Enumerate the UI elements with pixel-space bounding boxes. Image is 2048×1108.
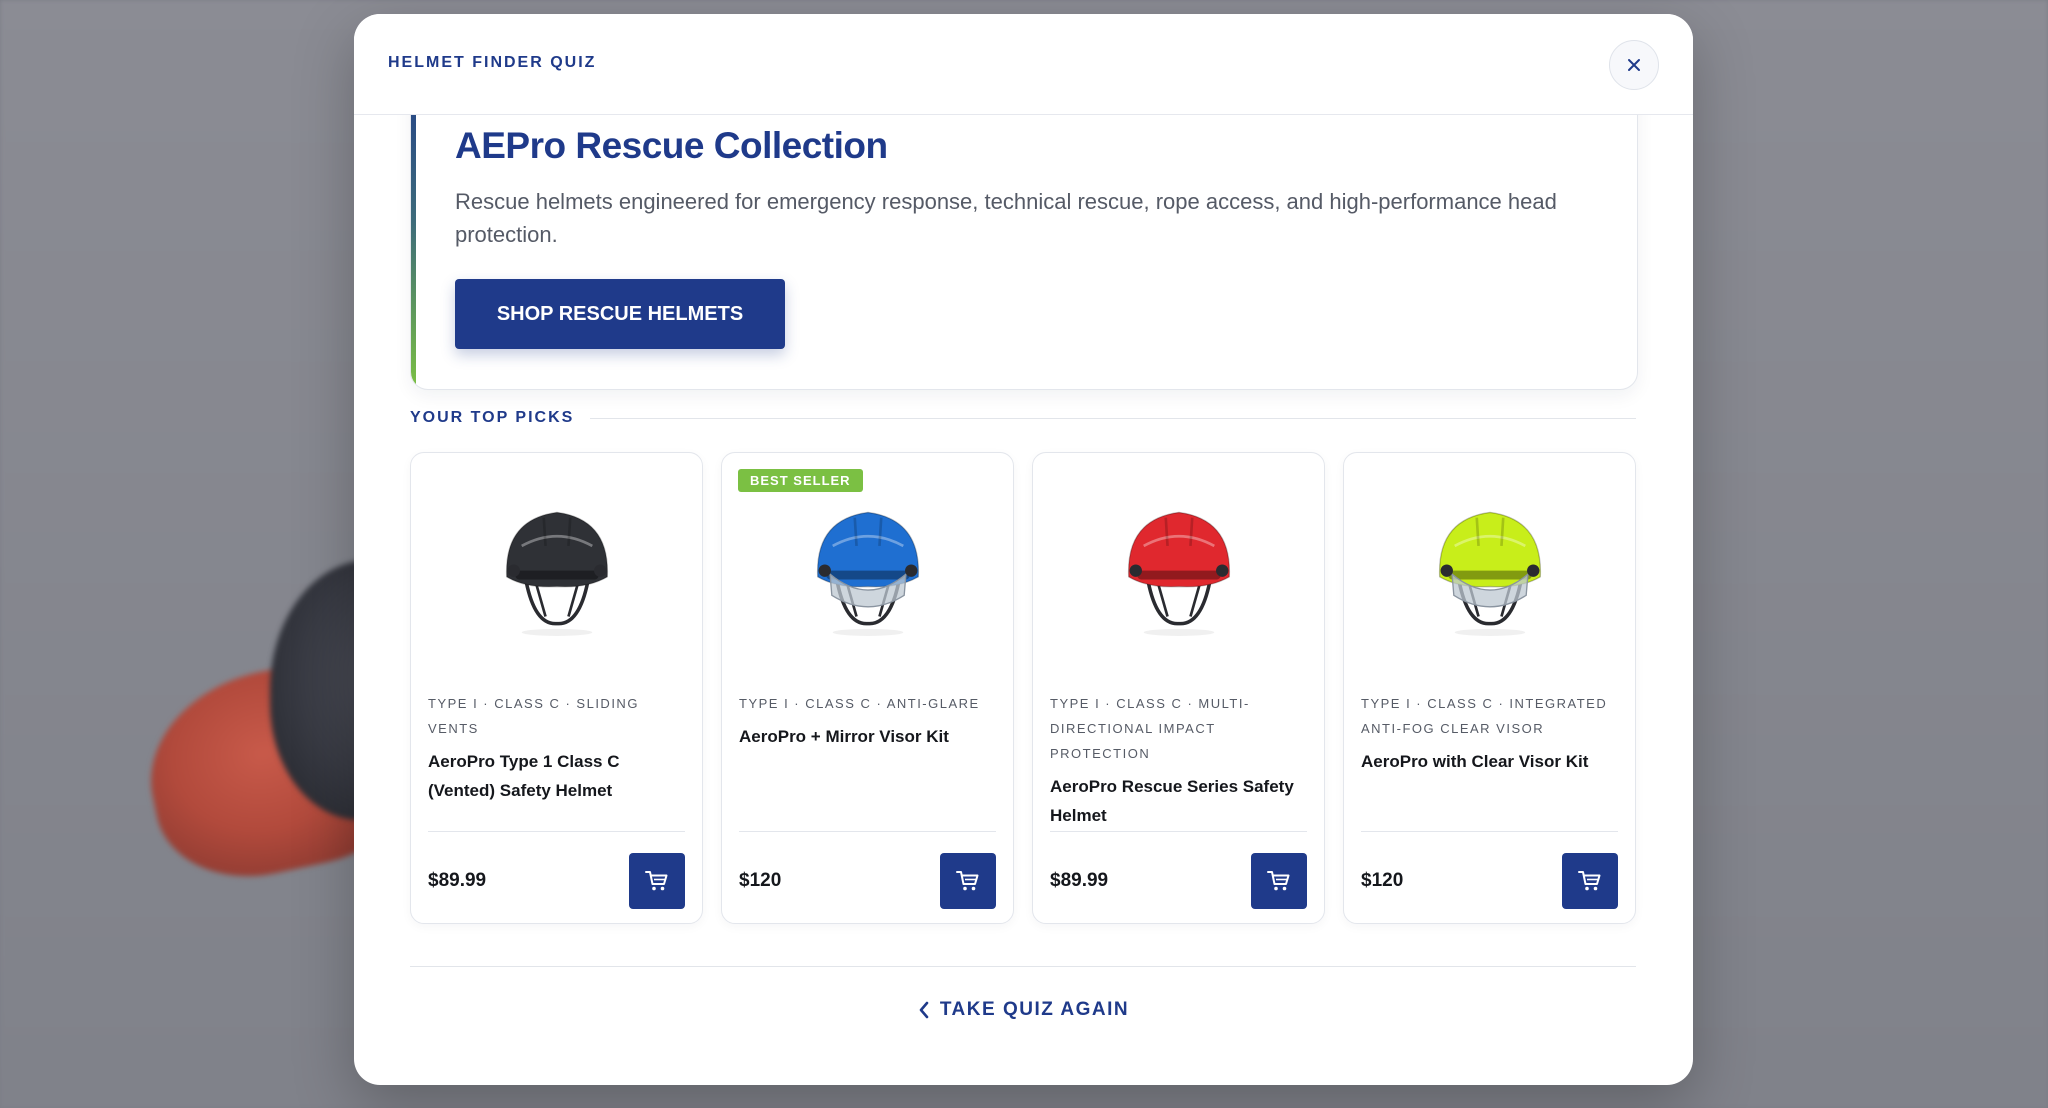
product-image[interactable] — [783, 483, 953, 653]
cart-icon — [645, 871, 668, 891]
cart-icon — [1578, 871, 1601, 891]
helmet-image — [1438, 511, 1541, 636]
product-meta: TYPE I · CLASS C · ANTI-GLARE AeroPro + … — [739, 691, 996, 751]
product-divider — [739, 831, 996, 832]
product-name[interactable]: AeroPro + Mirror Visor Kit — [739, 722, 996, 751]
product-divider — [428, 831, 685, 832]
collection-description: Rescue helmets engineered for emergency … — [455, 189, 1557, 247]
collection-title: AEPro Rescue Collection — [455, 125, 888, 166]
product-card[interactable]: TYPE I · CLASS C · MULTI-DIRECTIONAL IMP… — [1032, 452, 1325, 924]
product-price: $120 — [1361, 870, 1404, 891]
product-grid: TYPE I · CLASS C · SLIDING VENTS AeroPro… — [410, 452, 1636, 924]
add-to-cart-button[interactable] — [1251, 853, 1307, 909]
product-card[interactable]: TYPE I · CLASS C · SLIDING VENTS AeroPro… — [410, 452, 703, 924]
product-price: $120 — [739, 870, 782, 891]
product-card[interactable]: TYPE I · CLASS C · INTEGRATED ANTI-FOG C… — [1343, 452, 1636, 924]
add-to-cart-button[interactable] — [1562, 853, 1618, 909]
product-specs: TYPE I · CLASS C · ANTI-GLARE — [739, 696, 980, 711]
cart-icon — [1267, 871, 1290, 891]
top-picks-heading: YOUR TOP PICKS — [410, 409, 575, 426]
helmet-finder-modal: AEPro Rescue Collection Rescue helmets e… — [354, 14, 1693, 1085]
close-icon — [1628, 59, 1640, 71]
product-name[interactable]: AeroPro Type 1 Class C (Vented) Safety H… — [428, 747, 685, 805]
product-specs: TYPE I · CLASS C · INTEGRATED ANTI-FOG C… — [1361, 696, 1608, 736]
product-price: $89.99 — [428, 870, 487, 891]
chevron-left-icon — [919, 1001, 929, 1019]
product-price: $89.99 — [1050, 870, 1109, 891]
product-image[interactable] — [1094, 483, 1264, 653]
product-specs: TYPE I · CLASS C · MULTI-DIRECTIONAL IMP… — [1050, 696, 1250, 761]
modal-title: HELMET FINDER QUIZ — [388, 54, 597, 71]
product-specs: TYPE I · CLASS C · SLIDING VENTS — [428, 696, 639, 736]
add-to-cart-button[interactable] — [629, 853, 685, 909]
footer-divider — [410, 966, 1636, 967]
cart-icon — [956, 871, 979, 891]
helmet-image — [505, 511, 608, 636]
product-divider — [1050, 831, 1307, 832]
product-name[interactable]: AeroPro with Clear Visor Kit — [1361, 747, 1618, 776]
product-card[interactable]: BEST SELLER TYPE I · CLASS C · ANTI-GLAR… — [721, 452, 1014, 924]
close-button[interactable] — [1609, 40, 1659, 90]
product-meta: TYPE I · CLASS C · SLIDING VENTS AeroPro… — [428, 691, 685, 805]
top-picks-divider — [590, 418, 1636, 419]
product-image[interactable] — [472, 483, 642, 653]
take-quiz-again-label: TAKE QUIZ AGAIN — [939, 999, 1130, 1020]
add-to-cart-button[interactable] — [940, 853, 996, 909]
shop-rescue-helmets-button[interactable]: SHOP RESCUE HELMETS — [455, 279, 785, 349]
best-seller-badge: BEST SELLER — [738, 469, 863, 492]
modal-header: HELMET FINDER QUIZ — [354, 14, 1693, 115]
helmet-image — [816, 511, 919, 636]
product-divider — [1361, 831, 1618, 832]
product-meta: TYPE I · CLASS C · INTEGRATED ANTI-FOG C… — [1361, 691, 1618, 776]
product-name[interactable]: AeroPro Rescue Series Safety Helmet — [1050, 772, 1307, 830]
take-quiz-again-button[interactable]: TAKE QUIZ AGAIN — [354, 999, 1693, 1021]
product-image[interactable] — [1405, 483, 1575, 653]
product-meta: TYPE I · CLASS C · MULTI-DIRECTIONAL IMP… — [1050, 691, 1307, 830]
helmet-image — [1127, 511, 1230, 636]
